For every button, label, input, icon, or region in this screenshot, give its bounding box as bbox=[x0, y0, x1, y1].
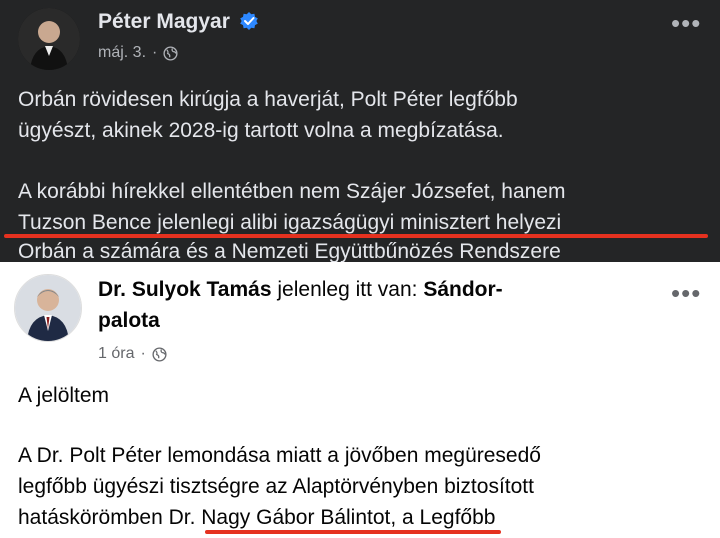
post-timestamp[interactable]: máj. 3. bbox=[98, 44, 146, 62]
author-name-text[interactable]: Péter Magyar bbox=[98, 10, 230, 33]
highlight-underline bbox=[205, 530, 501, 534]
avatar-portrait bbox=[18, 8, 80, 70]
post-dark-card: Péter Magyar máj. 3. · ••• Orbán rövides… bbox=[0, 0, 720, 262]
more-options-icon[interactable]: ••• bbox=[671, 280, 701, 306]
post-meta: máj. 3. · bbox=[98, 44, 178, 62]
post-text-line: ügyészt, akinek 2028-ig tartott volna a … bbox=[18, 119, 504, 142]
highlight-underline bbox=[4, 234, 708, 238]
post-text-line: Orbán a számára és a Nemzeti Együttbűnöz… bbox=[18, 240, 561, 262]
author-name[interactable]: Péter Magyar bbox=[98, 10, 259, 34]
post-light-card: Dr. Sulyok Tamás jelenleg itt van: Sándo… bbox=[0, 262, 720, 538]
globe-icon bbox=[152, 346, 167, 362]
post-text-line: A korábbi hírekkel ellentétben nem Száje… bbox=[18, 180, 566, 203]
post-text-line: A jelöltem bbox=[18, 384, 110, 407]
meta-separator: · bbox=[140, 345, 146, 362]
meta-separator: · bbox=[152, 44, 158, 61]
avatar-portrait bbox=[15, 275, 81, 341]
post-text-line: legfőbb ügyészi tisztségre az Alaptörvén… bbox=[18, 475, 534, 498]
location-link-continued[interactable]: palota bbox=[98, 309, 160, 333]
more-options-icon[interactable]: ••• bbox=[671, 10, 701, 36]
author-avatar[interactable] bbox=[18, 8, 80, 70]
post-meta: 1 óra · bbox=[98, 345, 167, 363]
globe-icon bbox=[163, 45, 178, 61]
author-line: Dr. Sulyok Tamás jelenleg itt van: Sándo… bbox=[98, 278, 503, 302]
post-timestamp[interactable]: 1 óra bbox=[98, 345, 134, 363]
post-text-line: hatáskörömben Dr. Nagy Gábor Bálintot, a… bbox=[18, 506, 496, 529]
post-text-line: A Dr. Polt Péter lemondása miatt a jövőb… bbox=[18, 444, 541, 467]
post-text-line: Tuzson Bence jelenlegi alibi igazságügyi… bbox=[18, 211, 562, 234]
verified-badge-icon bbox=[239, 12, 258, 30]
location-prefix: jelenleg itt van: bbox=[277, 278, 418, 301]
post-text-line: Orbán rövidesen kirúgja a haverját, Polt… bbox=[18, 88, 518, 111]
location-link[interactable]: Sándor- bbox=[423, 278, 502, 301]
author-avatar[interactable] bbox=[14, 274, 82, 342]
author-name[interactable]: Dr. Sulyok Tamás bbox=[98, 278, 272, 301]
